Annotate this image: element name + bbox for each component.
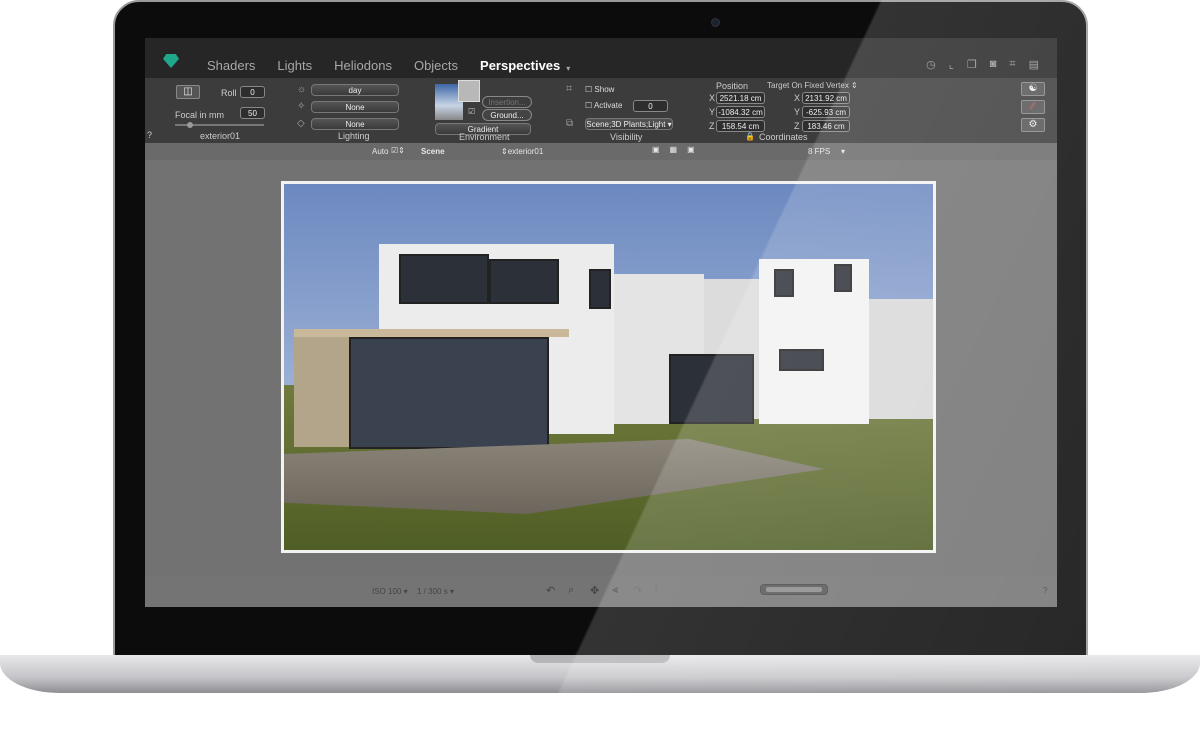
position-z-field[interactable]: 158.54 cm	[716, 120, 765, 132]
window	[489, 259, 559, 304]
camera-snapshot-icon[interactable]: ◙	[990, 58, 997, 71]
fps-label: 8 FPS	[808, 147, 831, 156]
settings-button[interactable]: ⚙	[1021, 118, 1045, 132]
position-y-field[interactable]: -1084.32 cm	[716, 106, 765, 118]
camera-icon	[711, 18, 720, 27]
lighting-label: Lighting	[338, 131, 370, 141]
auto-checkbox[interactable]: ☑⇕	[391, 146, 405, 155]
ground-checkbox[interactable]: ☑	[468, 107, 475, 116]
app-screen: Shaders Lights Heliodons Objects Perspec…	[145, 38, 1057, 607]
grid-icon: ⌗	[566, 83, 573, 95]
show-checkbox[interactable]: ☐ Show	[585, 85, 614, 94]
ground-button[interactable]: Ground...	[482, 109, 532, 121]
window	[834, 264, 852, 292]
insertion-button: Insertion...	[482, 96, 532, 108]
z-label: Z	[794, 121, 800, 131]
x-label: X	[794, 93, 801, 103]
tab-objects[interactable]: Objects	[414, 58, 458, 78]
fps-dropdown[interactable]: ▾	[841, 147, 845, 156]
info-icon[interactable]: i	[655, 584, 657, 595]
y-label: Y	[794, 107, 801, 117]
environment-label: Environment	[459, 132, 510, 142]
focal-field[interactable]: 50	[240, 107, 265, 119]
scene-label[interactable]: Scene	[421, 147, 445, 156]
bottom-bar: ISO 100 ▾ 1 / 300 s ▾ ↶ ⌕ ✥ ⫷ ↷ i ?	[145, 575, 1057, 607]
lamp-icon: ◇	[297, 118, 305, 129]
activate-label: Activate	[593, 101, 623, 110]
help-button[interactable]: ?	[1043, 586, 1047, 595]
target-z-field[interactable]: 183.46 cm	[802, 120, 850, 132]
y-label: Y	[709, 107, 716, 117]
canopy	[294, 329, 569, 337]
coordinates-label: Coordinates	[759, 132, 808, 142]
z-label: Z	[709, 121, 715, 131]
target-label[interactable]: Target On Fixed Vertex ⇕	[767, 81, 858, 90]
axis-icon[interactable]: ⌞	[949, 58, 954, 71]
zoom-icon[interactable]: ⌕	[568, 584, 574, 597]
lock-icon[interactable]: 🔒	[745, 132, 755, 141]
color-lines-button[interactable]: ⁄⁄	[1021, 100, 1045, 114]
yin-yang-button[interactable]: ☯	[1021, 82, 1045, 96]
undo-icon[interactable]: ↶	[546, 584, 555, 597]
x-label: X	[709, 93, 716, 103]
scrollbar[interactable]	[760, 584, 828, 595]
visibility-label: Visibility	[610, 132, 643, 142]
lid-notch	[530, 655, 670, 663]
garage-block	[869, 299, 933, 419]
focal-label: Focal in mm	[175, 110, 225, 120]
shutter-dropdown[interactable]: 1 / 300 s ▾	[417, 587, 454, 596]
iso-dropdown[interactable]: ISO 100 ▾	[372, 587, 408, 596]
app-logo	[163, 54, 179, 68]
keyboard-icon[interactable]: ▤	[1029, 58, 1039, 71]
window	[399, 254, 489, 304]
sun-dropdown[interactable]: day	[311, 84, 399, 96]
glass-extension	[349, 337, 549, 449]
position-x-field[interactable]: 2521.18 cm	[716, 92, 765, 104]
light1-dropdown[interactable]: None	[311, 101, 399, 113]
wood-wall	[294, 337, 349, 447]
camera-view-button[interactable]: ◫	[176, 85, 200, 99]
target-x-field[interactable]: 2131.92 cm	[802, 92, 850, 104]
redo-icon[interactable]: ↷	[633, 584, 642, 597]
clock-icon[interactable]: ◷	[926, 58, 936, 71]
toolbar: ◫ Roll 0 Focal in mm 50 exterior01 ? ☼ d…	[145, 78, 1057, 143]
glass-door	[669, 354, 754, 424]
roll-field[interactable]: 0	[240, 86, 265, 98]
window	[774, 269, 794, 297]
light2-dropdown[interactable]: None	[311, 118, 399, 130]
show-label: Show	[594, 85, 615, 94]
window	[779, 349, 824, 371]
layout-icons[interactable]: ▣▦▣	[652, 145, 705, 154]
position-label: Position	[716, 81, 749, 91]
bulb-icon: ✧	[297, 101, 306, 112]
tab-lights[interactable]: Lights	[277, 58, 312, 78]
window-icon[interactable]: ❐	[967, 58, 977, 71]
walk-icon[interactable]: ⫷	[612, 584, 618, 597]
tab-bar: Shaders Lights Heliodons Objects Perspec…	[145, 38, 1057, 78]
roll-label: Roll	[221, 88, 237, 98]
window	[589, 269, 611, 309]
visibility-value: Scene;3D Plants;Light	[586, 120, 666, 129]
auto-label: Auto	[372, 147, 389, 156]
chevron-down-icon[interactable]: ▾	[566, 64, 570, 78]
tab-heliodons[interactable]: Heliodons	[334, 58, 392, 78]
viewport[interactable]	[145, 160, 1057, 575]
tab-shaders[interactable]: Shaders	[207, 58, 255, 78]
ground-preview[interactable]	[458, 80, 480, 102]
focal-slider[interactable]	[175, 122, 264, 128]
viewport-header: Auto ☑⇕ Scene ⇕exterior01 ▣▦▣ 8 FPS ▾	[145, 143, 1057, 160]
sun-icon: ☼	[297, 84, 307, 95]
render-view[interactable]	[281, 181, 936, 553]
activate-field[interactable]: 0	[633, 100, 668, 112]
help-button[interactable]: ?	[147, 130, 152, 140]
tab-perspectives[interactable]: Perspectives	[480, 58, 560, 78]
crop-icon[interactable]: ⌗	[1009, 58, 1015, 71]
visibility-dropdown[interactable]: Scene;3D Plants;Light ▾	[585, 118, 673, 130]
activate-checkbox[interactable]: ☐ Activate	[585, 101, 622, 110]
camera-name: exterior01	[200, 131, 241, 141]
pan-icon[interactable]: ✥	[590, 584, 599, 597]
target-y-field[interactable]: -625.93 cm	[802, 106, 850, 118]
view-selector[interactable]: ⇕exterior01	[501, 147, 543, 156]
layers-icon: ⧉	[566, 118, 574, 129]
